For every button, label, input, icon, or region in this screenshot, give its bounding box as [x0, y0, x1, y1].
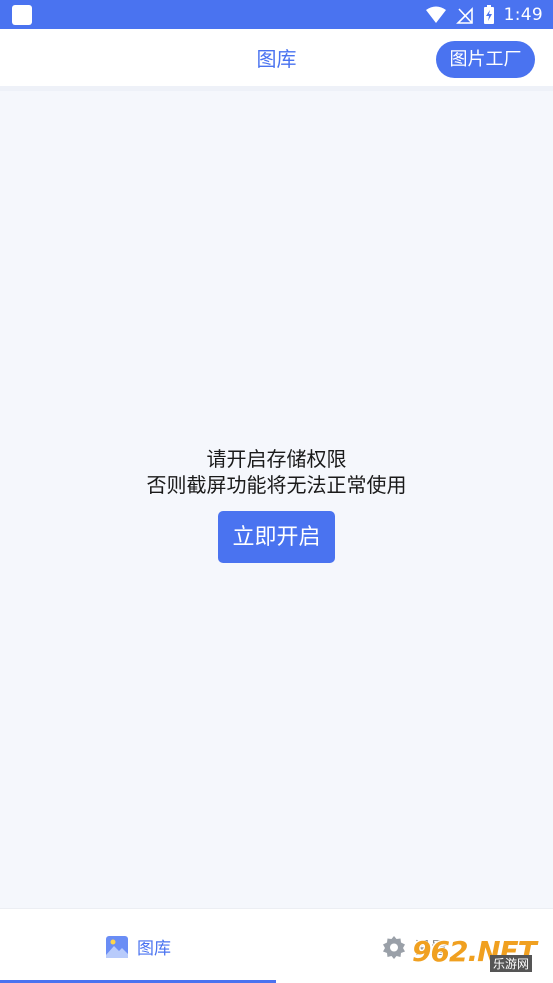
image-factory-button[interactable]: 图片工厂: [436, 41, 535, 78]
settings-gear-icon: [383, 935, 405, 959]
permission-line-1: 请开启存储权限: [206, 447, 347, 471]
tab-gallery-label: 图库: [137, 939, 171, 959]
gallery-content: 请开启存储权限 否则截屏功能将无法正常使用 立即开启: [0, 91, 553, 908]
app-bar: 图库 图片工厂: [0, 29, 553, 91]
enable-permission-button[interactable]: 立即开启: [218, 511, 335, 563]
wifi-icon: [425, 6, 446, 23]
no-signal-icon: [455, 6, 473, 24]
battery-charging-icon: [483, 4, 494, 24]
gallery-icon: [106, 935, 128, 958]
notification-square-icon: [12, 4, 32, 25]
tab-gallery[interactable]: 图库: [0, 909, 276, 983]
permission-line-2: 否则截屏功能将无法正常使用: [146, 473, 407, 497]
watermark-sub: 乐游网: [490, 955, 533, 972]
status-time: 1:49: [503, 4, 543, 25]
permission-message: 请开启存储权限 否则截屏功能将无法正常使用: [0, 446, 553, 498]
status-icons: 1:49: [425, 4, 543, 25]
status-bar: 1:49: [0, 0, 553, 29]
watermark-logo: 962.NET 乐游网: [412, 925, 548, 977]
